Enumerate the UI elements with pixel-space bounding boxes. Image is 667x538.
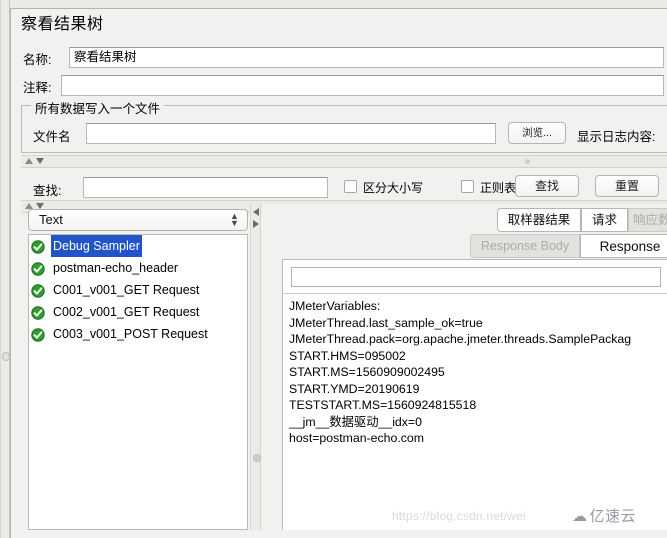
tree-item-label: C003_v001_POST Request [53, 327, 208, 341]
find-input[interactable] [83, 177, 328, 198]
splitter-up-arrow-icon[interactable] [25, 158, 33, 164]
status-success-icon [31, 283, 45, 298]
cloud-icon: ☁ [572, 508, 588, 525]
tab-response[interactable]: Response [580, 234, 667, 258]
renderer-select-value: Text [39, 212, 63, 227]
sampler-result-area: 取样器结果 请求 响应数据 Response Body Response JMe… [262, 204, 667, 530]
find-button[interactable]: 查找 [515, 175, 579, 197]
watermark-brand: ☁ 亿速云 [572, 505, 636, 526]
status-success-icon [31, 261, 45, 276]
comment-row: 注释: [11, 73, 667, 98]
find-label: 查找: [33, 184, 62, 198]
tree-item[interactable]: C001_v001_GET Request [29, 279, 247, 301]
case-sensitive-label: 区分大小写 [363, 181, 424, 195]
tree-item-label: postman-echo_header [53, 261, 179, 275]
filename-input[interactable] [86, 123, 496, 144]
tree-item[interactable]: C002_v001_GET Request [29, 301, 247, 323]
result-tabs-primary: 取样器结果 请求 响应数据 [497, 208, 667, 232]
horizontal-splitter-top[interactable] [21, 155, 667, 168]
response-viewer: JMeterVariables: JMeterThread.last_sampl… [282, 259, 667, 530]
splitter-grip-icon [525, 159, 530, 164]
name-row: 名称: 察看结果树 [11, 45, 667, 70]
browse-button[interactable]: 浏览... [508, 122, 566, 144]
response-divider [283, 293, 667, 294]
page-title: 察看结果树 [21, 16, 104, 33]
splitter-left-arrow-icon[interactable] [253, 208, 259, 216]
regex-checkbox[interactable] [461, 180, 474, 193]
tab-sampler-result[interactable]: 取样器结果 [497, 208, 581, 232]
name-input[interactable]: 察看结果树 [69, 47, 664, 68]
response-search-input[interactable] [291, 267, 661, 287]
jmeter-window: 察看结果树 名称: 察看结果树 注释: 所有数据写入一个文件 文件名 浏览...… [0, 0, 667, 538]
tree-results-splitter[interactable] [250, 204, 261, 530]
status-success-icon [31, 239, 45, 254]
write-all-data-legend: 所有数据写入一个文件 [31, 98, 165, 117]
tree-item-label: Debug Sampler [51, 235, 142, 257]
filename-label: 文件名 [33, 130, 71, 144]
vertical-splitter-handle[interactable] [2, 352, 10, 361]
tab-response-data[interactable]: 响应数据 [628, 208, 667, 232]
status-success-icon [31, 305, 45, 320]
tree-item[interactable]: C003_v001_POST Request [29, 323, 247, 345]
tab-response-body[interactable]: Response Body [470, 234, 580, 258]
tree-item-label: C001_v001_GET Request [53, 283, 200, 297]
chevron-updown-icon: ▲ ▼ [230, 211, 239, 228]
window-left-gutter [0, 0, 10, 538]
show-log-label: 显示日志内容: [577, 130, 656, 144]
result-tabs-secondary: Response Body Response [470, 234, 667, 258]
comment-label: 注释: [23, 81, 52, 95]
renderer-select[interactable]: Text ▲ ▼ [28, 209, 248, 231]
tree-item[interactable]: postman-echo_header [29, 257, 247, 279]
name-label: 名称: [23, 53, 52, 67]
tab-request[interactable]: 请求 [581, 208, 628, 232]
case-sensitive-checkbox[interactable] [344, 180, 357, 193]
tree-item-label: C002_v001_GET Request [53, 305, 200, 319]
comment-input[interactable] [61, 75, 664, 96]
splitter-down-arrow-icon[interactable] [36, 158, 44, 164]
tree-item[interactable]: Debug Sampler [29, 235, 247, 257]
watermark-brand-label: 亿速云 [589, 508, 637, 525]
splitter-grip2-icon [253, 454, 261, 462]
results-tree[interactable]: Debug Sampler postman-echo_header C001_v00… [28, 234, 248, 530]
response-body-text: JMeterVariables: JMeterThread.last_sampl… [289, 299, 632, 445]
reset-button[interactable]: 重置 [595, 175, 659, 197]
watermark-url: https://blog.csdn.net/wei [392, 509, 526, 523]
splitter-right-arrow-icon[interactable] [253, 220, 259, 228]
status-success-icon [31, 327, 45, 342]
